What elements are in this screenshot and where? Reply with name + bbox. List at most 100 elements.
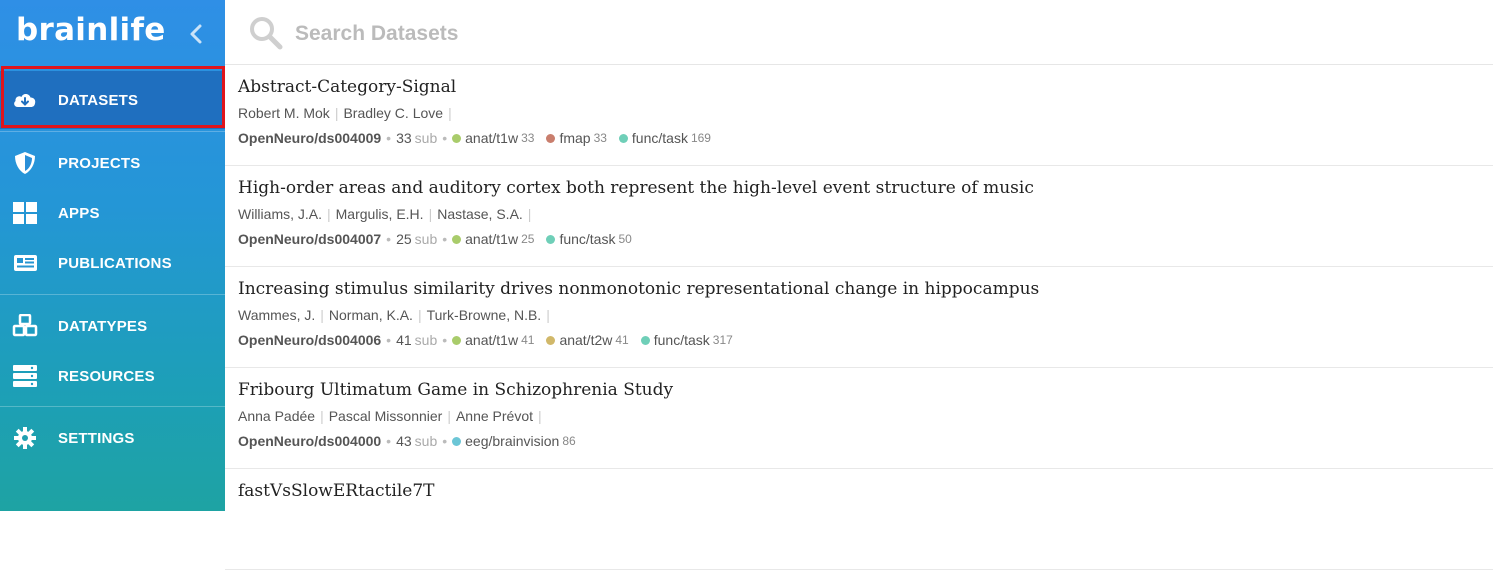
- sidebar-item-apps[interactable]: APPS: [0, 187, 225, 239]
- sidebar-item-label: PUBLICATIONS: [58, 254, 172, 272]
- datatype-name: func/task: [653, 332, 710, 348]
- dataset-row[interactable]: Fribourg Ultimatum Game in Schizophrenia…: [225, 368, 1493, 469]
- search-bar: [225, 0, 1493, 65]
- author-separator: |: [428, 206, 433, 222]
- dataset-title[interactable]: High-order areas and auditory cortex bot…: [238, 178, 1034, 198]
- meta-separator: •: [386, 332, 392, 348]
- grid-icon: [12, 200, 38, 226]
- dataset-meta: OpenNeuro/ds004009 • 33 sub • anat/t1w 33 fmap 3…: [238, 130, 723, 146]
- author-separator: |: [327, 206, 331, 222]
- dataset-row[interactable]: Abstract-Category-Signal Robert M. Mok | Br…: [225, 65, 1493, 166]
- datatype-color-dot: [452, 436, 462, 446]
- author-separator: |: [527, 206, 532, 222]
- cloud-download-icon: [12, 87, 38, 113]
- meta-separator: •: [442, 433, 448, 449]
- author-name: Robert M. Mok: [238, 105, 330, 121]
- dataset-title[interactable]: fastVsSlowERtactile7T: [238, 481, 434, 501]
- dataset-source: OpenNeuro/ds004000: [238, 433, 382, 449]
- author-name: Turk-Browne, N.B.: [426, 307, 542, 323]
- datatype-color-dot: [546, 133, 556, 143]
- datatype-tag[interactable]: eeg/brainvision 86: [452, 433, 576, 449]
- datatype-count: 41: [521, 333, 535, 347]
- datatype-count: 41: [615, 333, 629, 347]
- dataset-meta: OpenNeuro/ds004000 • 43 sub • eeg/brainvision…: [238, 433, 588, 449]
- collapse-sidebar-icon[interactable]: [186, 22, 206, 46]
- author-name: Pascal Missonnier: [328, 408, 443, 424]
- datatype-count: 86: [562, 434, 576, 448]
- sidebar-divider: [0, 131, 225, 132]
- datatype-name: anat/t1w: [465, 332, 519, 348]
- sidebar-item-settings[interactable]: SETTINGS: [0, 412, 225, 464]
- subject-count: 41: [396, 332, 412, 348]
- sidebar-item-datasets[interactable]: DATASETS: [0, 71, 225, 129]
- datatype-count: 25: [521, 232, 535, 246]
- dataset-source: OpenNeuro/ds004007: [238, 231, 382, 247]
- author-separator: |: [320, 408, 324, 424]
- sidebar-item-label: DATATYPES: [58, 317, 148, 335]
- dataset-title[interactable]: Increasing stimulus similarity drives no…: [238, 279, 1039, 299]
- author-name: Norman, K.A.: [328, 307, 413, 323]
- author-separator: |: [417, 307, 422, 323]
- datatype-name: func/task: [631, 130, 688, 146]
- dataset-list: Abstract-Category-Signal Robert M. Mok | Br…: [225, 65, 1493, 570]
- author-name: Anne Prévot: [455, 408, 534, 424]
- search-icon[interactable]: [249, 16, 283, 50]
- datatype-tag[interactable]: func/task 317: [640, 332, 733, 348]
- dataset-meta: OpenNeuro/ds004007 • 25 sub • anat/t1w 25 func/…: [238, 231, 644, 247]
- meta-separator: •: [442, 231, 448, 247]
- datatype-tag[interactable]: anat/t1w 25: [452, 231, 534, 247]
- datatype-tag[interactable]: anat/t2w 41: [546, 332, 629, 348]
- dataset-meta: OpenNeuro/ds004006 • 41 sub • anat/t1w 41 anat/…: [238, 332, 745, 348]
- author-separator: |: [448, 105, 452, 121]
- sidebar-item-label: RESOURCES: [58, 367, 155, 385]
- author-separator: |: [320, 307, 324, 323]
- datatype-color-dot: [452, 335, 462, 345]
- app-logo[interactable]: brainlife: [16, 12, 166, 48]
- datatype-color-dot: [452, 133, 462, 143]
- datatype-color-dot: [452, 234, 462, 244]
- sidebar-divider: [0, 406, 225, 407]
- datatype-name: fmap: [559, 130, 591, 146]
- dataset-row[interactable]: Increasing stimulus similarity drives no…: [225, 267, 1493, 368]
- datatype-count: 33: [521, 131, 535, 145]
- gear-icon: [12, 425, 38, 451]
- sidebar: brainlife DATASETS PROJECTS APPS PUBLICA…: [0, 0, 225, 511]
- subject-label: sub: [414, 130, 438, 146]
- sidebar-item-label: PROJECTS: [58, 154, 141, 172]
- sidebar-item-label: DATASETS: [58, 91, 139, 109]
- dataset-authors: Anna Padée | Pascal Missonnier | Anne Prévot…: [238, 408, 547, 424]
- sidebar-divider: [0, 294, 225, 295]
- sidebar-item-projects[interactable]: PROJECTS: [0, 137, 225, 189]
- author-name: Anna Padée: [238, 408, 316, 424]
- dataset-title[interactable]: Abstract-Category-Signal: [238, 77, 456, 97]
- datatype-tag[interactable]: fmap 33: [546, 130, 607, 146]
- sidebar-item-resources[interactable]: RESOURCES: [0, 350, 225, 402]
- author-name: Williams, J.A.: [238, 206, 322, 222]
- dataset-source: OpenNeuro/ds004009: [238, 130, 382, 146]
- dataset-row[interactable]: High-order areas and auditory cortex bot…: [225, 166, 1493, 267]
- meta-separator: •: [386, 231, 392, 247]
- subject-count: 33: [396, 130, 412, 146]
- datatype-count: 50: [618, 232, 632, 246]
- datatype-tag[interactable]: anat/t1w 41: [452, 332, 534, 348]
- sidebar-item-datatypes[interactable]: DATATYPES: [0, 300, 225, 352]
- author-separator: |: [546, 307, 550, 323]
- sidebar-item-label: SETTINGS: [58, 429, 135, 447]
- subject-label: sub: [414, 433, 438, 449]
- author-name: Bradley C. Love: [343, 105, 444, 121]
- datatype-tag[interactable]: func/task 169: [618, 130, 711, 146]
- sidebar-item-publications[interactable]: PUBLICATIONS: [0, 237, 225, 289]
- author-separator: |: [334, 105, 339, 121]
- datatype-name: func/task: [559, 231, 616, 247]
- shield-icon: [12, 150, 38, 176]
- dataset-title[interactable]: Fribourg Ultimatum Game in Schizophrenia…: [238, 380, 673, 400]
- meta-separator: •: [442, 130, 448, 146]
- search-input[interactable]: [293, 16, 897, 52]
- meta-separator: •: [386, 130, 392, 146]
- datatype-tag[interactable]: func/task 50: [546, 231, 632, 247]
- subject-label: sub: [414, 332, 438, 348]
- datatype-tag[interactable]: anat/t1w 33: [452, 130, 534, 146]
- datatype-name: anat/t2w: [559, 332, 613, 348]
- datatype-color-dot: [546, 335, 556, 345]
- dataset-row[interactable]: fastVsSlowERtactile7T: [225, 469, 1493, 570]
